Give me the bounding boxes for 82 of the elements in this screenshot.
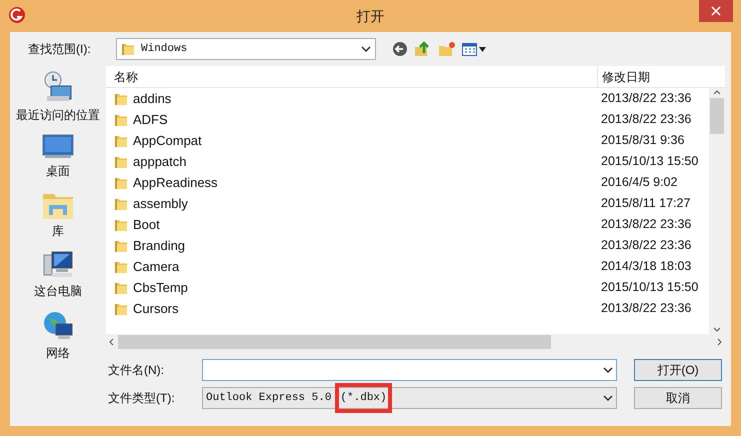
scrollbar-thumb[interactable] <box>118 335 551 349</box>
modified-date: 2015/8/11 17:27 <box>600 195 692 212</box>
scroll-down-icon[interactable] <box>713 327 721 332</box>
view-grid-icon <box>462 42 477 56</box>
computer-icon <box>42 250 74 280</box>
folder-icon <box>121 42 135 56</box>
folder-icon <box>114 280 128 294</box>
caret-icon <box>479 46 486 52</box>
folder-item[interactable]: CbsTemp <box>106 278 597 298</box>
view-menu-button[interactable] <box>462 42 486 56</box>
modified-date: 2013/8/22 23:36 <box>600 237 692 254</box>
file-type-value: Outlook Express 5.0 <box>206 390 332 406</box>
file-name-field[interactable] <box>202 359 617 381</box>
highlighted-extension: (*.dbx) <box>335 382 392 414</box>
folder-name: assembly <box>133 194 188 213</box>
look-in-label: 查找范围(I): <box>28 41 92 58</box>
modified-date: 2013/8/22 23:36 <box>600 216 692 234</box>
folder-icon <box>114 112 128 126</box>
look-in-value: Windows <box>141 42 188 57</box>
folder-item[interactable]: AppCompat <box>106 130 597 150</box>
folder-name: Cursors <box>133 300 179 318</box>
modified-date: 2015/10/13 15:50 <box>600 279 700 296</box>
monitor-icon <box>42 134 74 160</box>
look-in-dropdown[interactable]: Windows <box>116 38 376 60</box>
modified-date: 2014/3/18 18:03 <box>600 258 692 276</box>
folder-name: CbsTemp <box>133 278 188 297</box>
folder-item[interactable]: Cursors <box>106 298 597 318</box>
folder-item[interactable]: Branding <box>106 236 597 256</box>
folder-icon <box>114 134 128 148</box>
folder-item[interactable]: assembly <box>106 194 597 214</box>
scroll-left-icon[interactable] <box>109 338 114 346</box>
scroll-up-icon[interactable] <box>713 90 721 95</box>
close-button[interactable] <box>699 0 733 22</box>
close-icon <box>711 6 721 16</box>
app-logo-icon <box>8 6 26 24</box>
modified-date: 2016/4/5 9:02 <box>600 174 678 192</box>
modified-date: 2013/8/22 23:36 <box>600 111 692 128</box>
modified-date: 2013/8/22 23:36 <box>600 90 692 108</box>
modified-date: 2013/8/22 23:36 <box>600 300 692 318</box>
folder-name: Branding <box>133 236 186 255</box>
sidebar-place[interactable]: 库 <box>42 190 74 240</box>
sidebar-place[interactable]: 网络 <box>42 310 74 362</box>
sidebar-place[interactable]: 这台电脑 <box>34 250 82 300</box>
folder-icon <box>114 196 128 210</box>
folder-item[interactable]: ADFS <box>106 110 597 130</box>
folder-name: Camera <box>133 258 180 276</box>
modified-date: 2015/10/13 15:50 <box>600 153 700 170</box>
cancel-button[interactable]: 取消 <box>634 387 722 409</box>
folder-name: Boot <box>133 216 160 234</box>
file-name-label: 文件名(N): <box>107 362 165 379</box>
folder-name: AppReadiness <box>133 174 218 192</box>
folder-item[interactable]: apppatch <box>106 152 597 172</box>
folder-item[interactable]: addins <box>106 88 597 108</box>
folder-name: ADFS <box>133 110 168 129</box>
folder-icon <box>114 92 128 106</box>
folder-name: apppatch <box>133 152 186 171</box>
open-button[interactable]: 打开(O) <box>634 359 722 381</box>
dropdown-caret-icon[interactable] <box>603 366 613 374</box>
network-globe-icon <box>42 310 74 342</box>
folder-item[interactable]: Boot <box>106 214 597 234</box>
folder-icon <box>114 260 128 274</box>
folder-icon <box>114 218 128 232</box>
folder-icon <box>114 176 128 190</box>
window-title: 打开 <box>356 6 384 26</box>
folder-name: AppCompat <box>133 132 202 150</box>
dropdown-caret-icon[interactable] <box>603 394 613 402</box>
file-type-label: 文件类型(T): <box>107 390 176 407</box>
new-folder-icon[interactable] <box>438 41 456 57</box>
column-header[interactable]: 修改日期 <box>597 66 709 87</box>
column-header[interactable]: 名称 <box>106 66 597 87</box>
scroll-right-icon[interactable] <box>717 338 722 346</box>
folder-item[interactable]: Camera <box>106 256 597 276</box>
folder-icon <box>114 302 128 316</box>
sidebar-place[interactable]: 桌面 <box>42 134 74 180</box>
folder-item[interactable]: AppReadiness <box>106 172 597 192</box>
modified-date: 2015/8/31 9:36 <box>600 132 686 150</box>
dropdown-caret-icon[interactable] <box>361 46 371 52</box>
folder-name: addins <box>133 90 172 108</box>
folder-icon <box>114 238 128 252</box>
scrollbar-thumb[interactable] <box>710 98 724 134</box>
sidebar-place[interactable]: 最近访问的位置 <box>16 70 100 124</box>
folder-icon <box>114 154 128 168</box>
